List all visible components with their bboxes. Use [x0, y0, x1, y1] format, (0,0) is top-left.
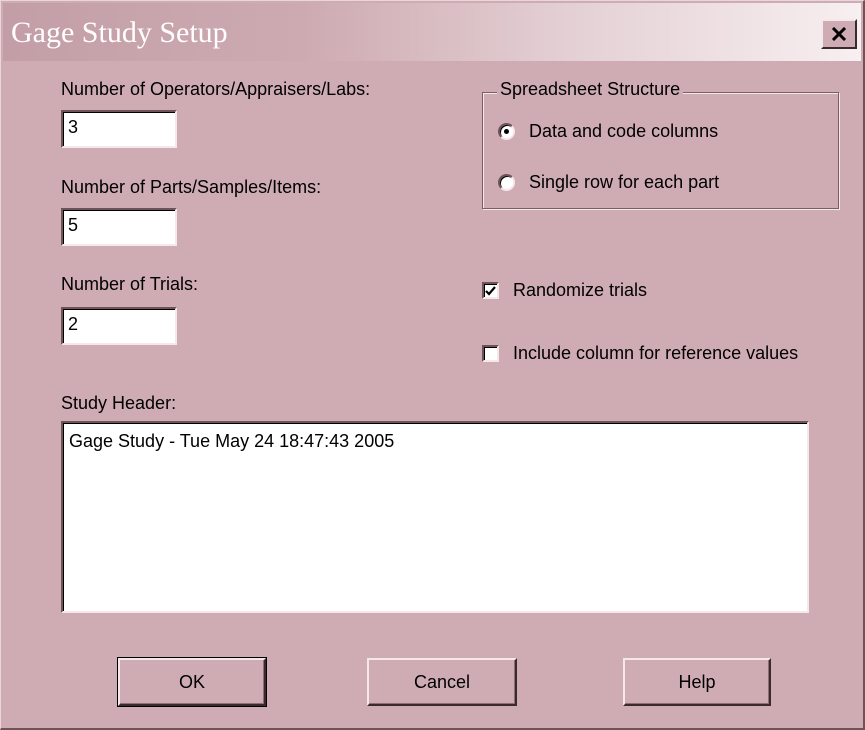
reference-values-label: Include column for reference values	[513, 343, 799, 363]
radio-button[interactable]	[498, 174, 515, 191]
parts-label: Number of Parts/Samples/Items:	[61, 177, 322, 197]
radio-data-and-code-columns[interactable]: Data and code columns	[498, 121, 718, 142]
parts-input[interactable]: 5	[61, 208, 177, 246]
operators-label: Number of Operators/Appraisers/Labs:	[61, 79, 371, 99]
radio-single-row-each-part[interactable]: Single row for each part	[498, 172, 719, 193]
trials-input[interactable]: 2	[61, 307, 177, 345]
radio-label: Data and code columns	[529, 121, 719, 141]
checkbox-unchecked[interactable]	[482, 345, 499, 362]
radio-button-selected[interactable]	[498, 123, 515, 140]
cancel-button[interactable]: Cancel	[367, 658, 517, 706]
ok-button[interactable]: OK	[117, 657, 267, 707]
close-icon	[831, 27, 847, 41]
radio-dot-icon	[504, 129, 509, 134]
randomize-trials-checkbox[interactable]: Randomize trials	[482, 280, 647, 301]
checkmark-icon	[485, 285, 496, 296]
operators-input[interactable]: 3	[61, 110, 177, 148]
radio-label: Single row for each part	[529, 172, 720, 192]
title-bar[interactable]: Gage Study Setup	[3, 3, 861, 61]
reference-values-checkbox[interactable]: Include column for reference values	[482, 343, 798, 364]
gage-study-setup-dialog: Gage Study Setup Number of Operators/App…	[0, 0, 865, 730]
help-button[interactable]: Help	[623, 658, 771, 706]
close-button[interactable]	[821, 19, 857, 49]
spreadsheet-structure-title: Spreadsheet Structure	[497, 79, 684, 100]
dialog-title: Gage Study Setup	[11, 16, 228, 49]
randomize-trials-label: Randomize trials	[513, 280, 648, 300]
study-header-textarea[interactable]: Gage Study - Tue May 24 18:47:43 2005	[61, 421, 809, 613]
study-header-label: Study Header:	[61, 393, 177, 413]
checkbox-checked[interactable]	[482, 282, 499, 299]
trials-label: Number of Trials:	[61, 274, 199, 294]
